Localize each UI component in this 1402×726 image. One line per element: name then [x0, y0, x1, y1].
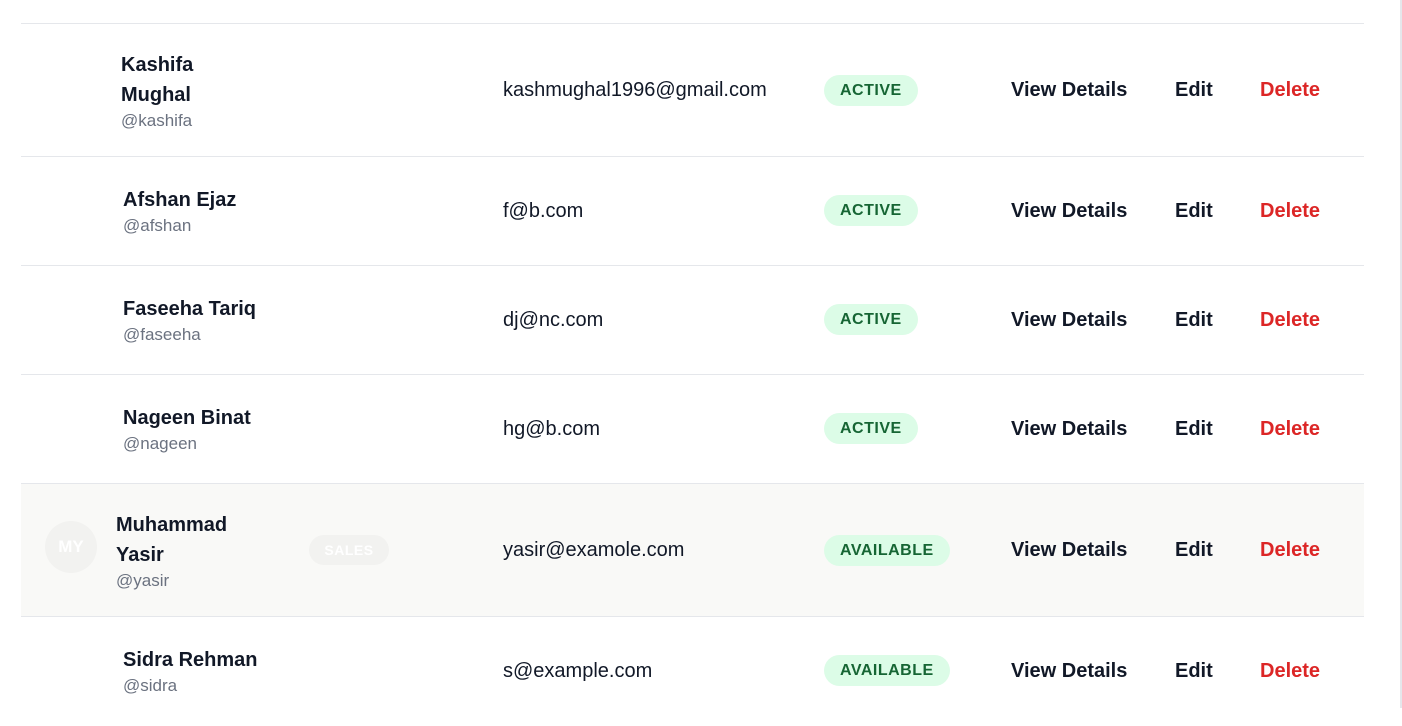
user-handle: @yasir: [116, 571, 170, 590]
avatar: MY: [45, 521, 97, 573]
users-table: Kashifa Mughal @kashifa kashmughal1996@g…: [21, 23, 1364, 726]
edit-button[interactable]: Edit: [1175, 539, 1213, 562]
edit-button[interactable]: Edit: [1175, 200, 1213, 223]
view-details-button[interactable]: View Details: [1011, 418, 1127, 441]
table-row: Afshan Ejaz @afshan f@b.com ACTIVE View …: [21, 157, 1364, 266]
user-email: s@example.com: [503, 660, 653, 682]
edit-button[interactable]: Edit: [1175, 418, 1213, 441]
status-badge: ACTIVE: [824, 75, 918, 106]
user-cell: Afshan Ejaz @afshan: [123, 185, 236, 237]
edit-button[interactable]: Edit: [1175, 309, 1213, 332]
user-email: hg@b.com: [503, 418, 601, 440]
user-handle: @kashifa: [121, 111, 193, 130]
table-row: Kashifa Mughal @kashifa kashmughal1996@g…: [21, 24, 1364, 157]
user-name: Sidra Rehman: [123, 649, 258, 671]
role-badge: SALES: [309, 535, 389, 565]
view-details-button[interactable]: View Details: [1011, 660, 1127, 683]
user-name: Muhammad Yasir: [116, 514, 228, 566]
delete-button[interactable]: Delete: [1260, 200, 1320, 223]
delete-button[interactable]: Delete: [1260, 309, 1320, 332]
user-name: Kashifa Mughal: [121, 54, 194, 106]
view-details-button[interactable]: View Details: [1011, 539, 1127, 562]
delete-button[interactable]: Delete: [1260, 660, 1320, 683]
user-cell: Muhammad Yasir @yasir: [116, 510, 228, 592]
user-cell: Kashifa Mughal @kashifa: [121, 50, 231, 132]
delete-button[interactable]: Delete: [1260, 418, 1320, 441]
user-handle: @faseeha: [123, 325, 201, 344]
edit-button[interactable]: Edit: [1175, 79, 1213, 102]
view-details-button[interactable]: View Details: [1011, 200, 1127, 223]
table-row: Nageen Binat @nageen hg@b.com ACTIVE Vie…: [21, 375, 1364, 484]
status-badge: AVAILABLE: [824, 535, 950, 566]
table-row: Sidra Rehman @sidra s@example.com AVAILA…: [21, 617, 1364, 726]
user-cell: Faseeha Tariq @faseeha: [123, 294, 256, 346]
user-handle: @nageen: [123, 434, 197, 453]
user-name: Afshan Ejaz: [123, 189, 237, 211]
user-handle: @sidra: [123, 676, 178, 695]
user-email: f@b.com: [503, 200, 584, 222]
status-badge: ACTIVE: [824, 413, 918, 444]
user-email: yasir@examole.com: [503, 539, 685, 561]
user-email: kashmughal1996@gmail.com: [503, 79, 767, 101]
status-badge: ACTIVE: [824, 304, 918, 335]
view-details-button[interactable]: View Details: [1011, 309, 1127, 332]
delete-button[interactable]: Delete: [1260, 539, 1320, 562]
user-email: dj@nc.com: [503, 309, 604, 331]
user-name: Faseeha Tariq: [123, 298, 257, 320]
user-name: Nageen Binat: [123, 407, 251, 429]
status-badge: ACTIVE: [824, 195, 918, 226]
table-row: Faseeha Tariq @faseeha dj@nc.com ACTIVE …: [21, 266, 1364, 375]
user-cell: Sidra Rehman @sidra: [123, 645, 257, 697]
delete-button[interactable]: Delete: [1260, 79, 1320, 102]
table-row[interactable]: MY Muhammad Yasir @yasir SALES yasir@exa…: [21, 484, 1364, 617]
view-details-button[interactable]: View Details: [1011, 79, 1127, 102]
user-handle: @afshan: [123, 216, 192, 235]
edit-button[interactable]: Edit: [1175, 660, 1213, 683]
user-cell: Nageen Binat @nageen: [123, 403, 251, 455]
status-badge: AVAILABLE: [824, 655, 950, 686]
